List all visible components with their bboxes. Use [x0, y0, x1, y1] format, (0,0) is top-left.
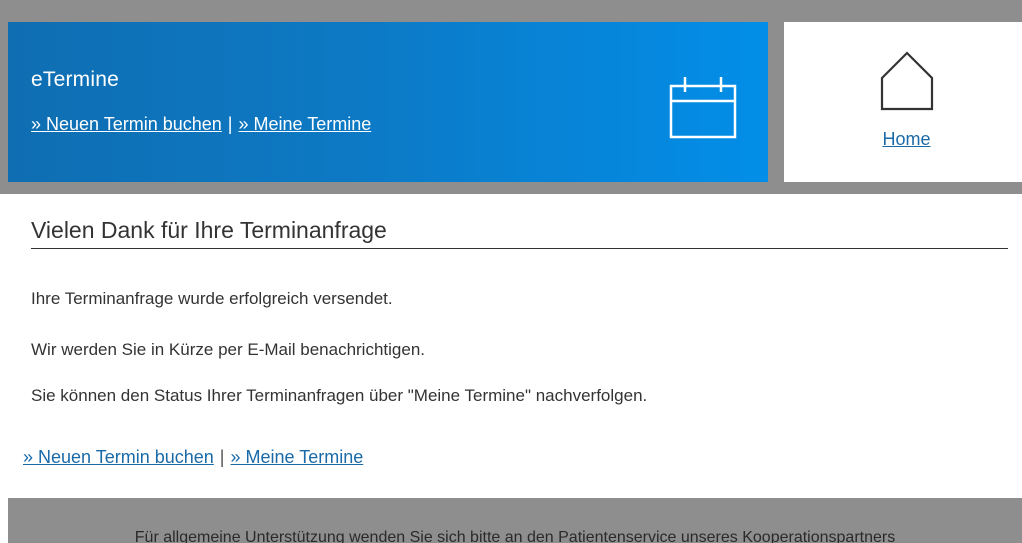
- banner-my-appointments-link[interactable]: » Meine Termine: [238, 114, 371, 134]
- page-title: Vielen Dank für Ihre Terminanfrage: [31, 217, 387, 243]
- footer: Für allgemeine Unterstützung wenden Sie …: [8, 498, 1022, 543]
- calendar-icon: [669, 77, 737, 139]
- footer-support-text: Für allgemeine Unterstützung wenden Sie …: [134, 529, 896, 543]
- home-link[interactable]: Home: [784, 129, 1022, 150]
- banner-new-appointment-link[interactable]: » Neuen Termin buchen: [31, 114, 222, 134]
- bottom-links: » Neuen Termin buchen |» Meine Termine: [23, 447, 363, 468]
- home-box[interactable]: Home: [784, 22, 1022, 182]
- banner-link-separator: |: [227, 114, 233, 134]
- etermine-banner: eTermine » Neuen Termin buchen |» Meine T…: [8, 22, 768, 182]
- my-appointments-link[interactable]: » Meine Termine: [230, 447, 363, 467]
- banner-title: eTermine: [31, 68, 119, 91]
- link-separator: |: [219, 447, 225, 467]
- banner-links: » Neuen Termin buchen |» Meine Termine: [31, 114, 371, 135]
- message-status-info: Sie können den Status Ihrer Terminanfrag…: [31, 386, 648, 405]
- home-icon[interactable]: [879, 50, 935, 112]
- page: eTermine » Neuen Termin buchen |» Meine T…: [0, 0, 1022, 543]
- new-appointment-link[interactable]: » Neuen Termin buchen: [23, 447, 214, 467]
- title-divider: [31, 248, 1008, 249]
- message-sent: Ihre Terminanfrage wurde erfolgreich ver…: [31, 289, 393, 308]
- message-email-notice: Wir werden Sie in Kürze per E-Mail benac…: [31, 340, 426, 359]
